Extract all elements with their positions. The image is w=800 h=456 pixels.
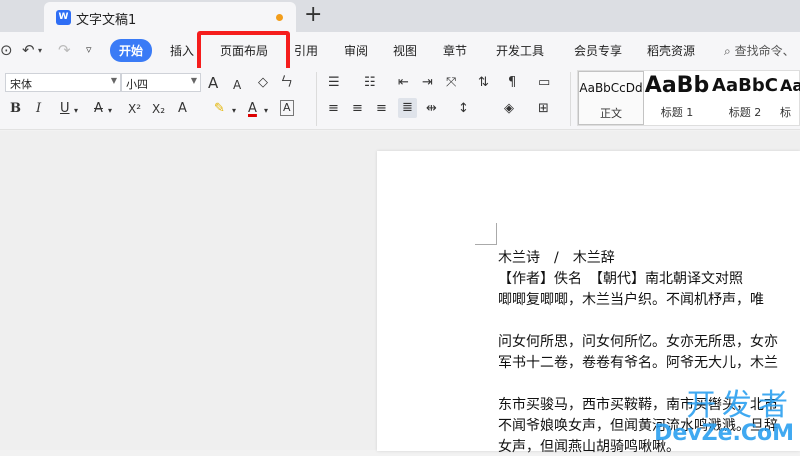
chevron-down-icon[interactable]: ▾	[232, 102, 236, 120]
doc-line[interactable]: 不闻爷娘唤女声，但闻黄河流水鸣溅溅。旦辞	[498, 415, 778, 435]
search-icon: ⌕	[724, 44, 731, 58]
menu-tab-references[interactable]: 引用	[294, 42, 318, 59]
pinyin-guide-icon[interactable]: ㄣ	[280, 74, 293, 92]
strikethrough-button[interactable]: A	[94, 100, 103, 118]
menu-tab-insert[interactable]: 插入	[170, 42, 194, 59]
style-sample: AaI	[780, 76, 800, 95]
bold-button[interactable]: B	[10, 100, 21, 118]
unsaved-indicator	[276, 14, 283, 21]
align-left-icon[interactable]: ≡	[328, 100, 339, 118]
font-size-select[interactable]: 小四 ▼	[121, 73, 201, 92]
doc-line[interactable]: 木兰诗 / 木兰辞	[498, 247, 615, 267]
align-center-icon[interactable]: ≡	[352, 100, 363, 118]
line-spacing-icon[interactable]: ↕	[458, 100, 469, 118]
increase-indent-icon[interactable]: ⇥	[422, 74, 433, 92]
chevron-down-icon[interactable]: ▾	[264, 102, 268, 120]
chevron-down-icon: ▼	[191, 76, 197, 85]
menu-tab-view[interactable]: 视图	[393, 42, 417, 59]
text-effect-button[interactable]: A	[178, 100, 187, 118]
menu-bar: ⊙ ↶ ▾ ↷ ▿ 开始 插入 页面布局 引用 审阅 视图 章节 开发工具 会员…	[0, 32, 800, 68]
font-name-select[interactable]: 宋体 ▼	[5, 73, 121, 92]
bullet-list-icon[interactable]: ☰	[328, 74, 340, 92]
text-direction-icon[interactable]: ⇅	[478, 74, 489, 92]
undo-icon[interactable]: ↶	[22, 41, 35, 59]
font-color-button[interactable]: A	[248, 100, 257, 118]
style-sample: AaBbCcDd	[579, 81, 643, 95]
title-tab-bar: W 文字文稿1 +	[0, 0, 800, 32]
style-gallery: AaBbCcDd 正文 AaBb 标题 1 AaBbC 标题 2 AaI 标	[577, 70, 800, 126]
clear-format-icon[interactable]: ◇	[258, 74, 268, 92]
subscript-button[interactable]: X₂	[152, 100, 165, 118]
menu-tab-home[interactable]: 开始	[110, 39, 152, 62]
document-canvas: 木兰诗 / 木兰辞 【作者】佚名 【朝代】南北朝译文对照 唧唧复唧唧，木兰当户织…	[0, 131, 800, 450]
redo-icon[interactable]: ↷	[58, 41, 71, 59]
undo-dropdown-icon[interactable]: ▾	[38, 46, 42, 55]
doc-line[interactable]: 唧唧复唧唧，木兰当户织。不闻机杼声，唯	[498, 289, 764, 309]
doc-line[interactable]: 东市买骏马，西市买鞍鞯，南市买辔头，北市	[498, 394, 778, 414]
style-label: 正文	[579, 105, 643, 121]
new-tab-button[interactable]: +	[304, 3, 322, 27]
chevron-down-icon: ▼	[111, 76, 117, 85]
document-tab[interactable]: W 文字文稿1	[44, 2, 296, 32]
ribbon-separator	[316, 72, 317, 126]
style-sample: AaBb	[644, 73, 710, 98]
ribbon-separator	[570, 72, 571, 126]
chevron-down-icon[interactable]: ▾	[108, 102, 112, 120]
style-heading-2[interactable]: AaBbC 标题 2	[710, 71, 780, 125]
style-normal[interactable]: AaBbCcDd 正文	[578, 71, 644, 125]
command-search-text: 查找命令、	[735, 44, 795, 58]
menu-tab-docer-resources[interactable]: 稻壳资源	[647, 42, 695, 59]
chevron-down-icon[interactable]: ▾	[74, 102, 78, 120]
menu-tab-member[interactable]: 会员专享	[574, 42, 622, 59]
character-border-button[interactable]: A	[280, 100, 294, 116]
doc-line[interactable]: 军书十二卷，卷卷有爷名。阿爷无大儿，木兰	[498, 352, 778, 372]
style-label: 标题 1	[644, 104, 710, 120]
font-size-value: 小四	[126, 78, 148, 91]
style-heading-1[interactable]: AaBb 标题 1	[644, 71, 710, 125]
menu-tab-developer[interactable]: 开发工具	[496, 42, 544, 59]
menu-tab-review[interactable]: 审阅	[344, 42, 368, 59]
justify-icon[interactable]: ≣	[398, 98, 417, 118]
wps-writer-icon: W	[56, 10, 71, 25]
document-page[interactable]: 木兰诗 / 木兰辞 【作者】佚名 【朝代】南北朝译文对照 唧唧复唧唧，木兰当户织…	[377, 151, 800, 451]
command-search[interactable]: ⌕ 查找命令、	[724, 42, 795, 59]
align-right-icon[interactable]: ≡	[376, 100, 387, 118]
underline-button[interactable]: U	[60, 100, 70, 118]
distributed-align-icon[interactable]: ⇹	[426, 100, 437, 118]
ribbon-toolbar: 宋体 ▼ 小四 ▼ A A ◇ ㄣ B I U ▾ A ▾ X² X₂ A ✎ …	[0, 68, 800, 130]
table-tools-icon[interactable]: ▭	[538, 74, 550, 92]
shading-icon[interactable]: ◈	[504, 100, 514, 118]
customize-toolbar-icon[interactable]: ▿	[86, 43, 92, 56]
show-hide-marks-icon[interactable]: ¶	[508, 74, 516, 92]
style-sample: AaBbC	[710, 75, 780, 96]
grow-font-button[interactable]: A	[208, 74, 218, 92]
style-label: 标题 2	[710, 104, 780, 120]
print-preview-icon[interactable]: ⊙	[0, 41, 13, 59]
margin-corner-mark	[475, 223, 497, 245]
italic-button[interactable]: I	[36, 100, 41, 118]
numbered-list-icon[interactable]: ☷	[364, 74, 376, 92]
font-name-value: 宋体	[10, 78, 32, 91]
document-tab-title: 文字文稿1	[76, 9, 136, 28]
chinese-layout-icon[interactable]: ⤧	[446, 74, 456, 92]
menu-tab-chapter[interactable]: 章节	[443, 42, 467, 59]
superscript-button[interactable]: X²	[128, 100, 141, 118]
style-label: 标	[780, 104, 800, 120]
decrease-indent-icon[interactable]: ⇤	[398, 74, 409, 92]
shrink-font-button[interactable]: A	[233, 76, 241, 94]
doc-line[interactable]: 问女何所思，问女何所忆。女亦无所思，女亦	[498, 331, 778, 351]
doc-line[interactable]: 【作者】佚名 【朝代】南北朝译文对照	[498, 268, 743, 288]
style-heading-3[interactable]: AaI 标	[780, 71, 800, 125]
borders-icon[interactable]: ⊞	[538, 100, 549, 118]
doc-line[interactable]: 女声，但闻燕山胡骑鸣啾啾。	[498, 436, 680, 456]
highlight-color-icon[interactable]: ✎	[214, 100, 225, 118]
